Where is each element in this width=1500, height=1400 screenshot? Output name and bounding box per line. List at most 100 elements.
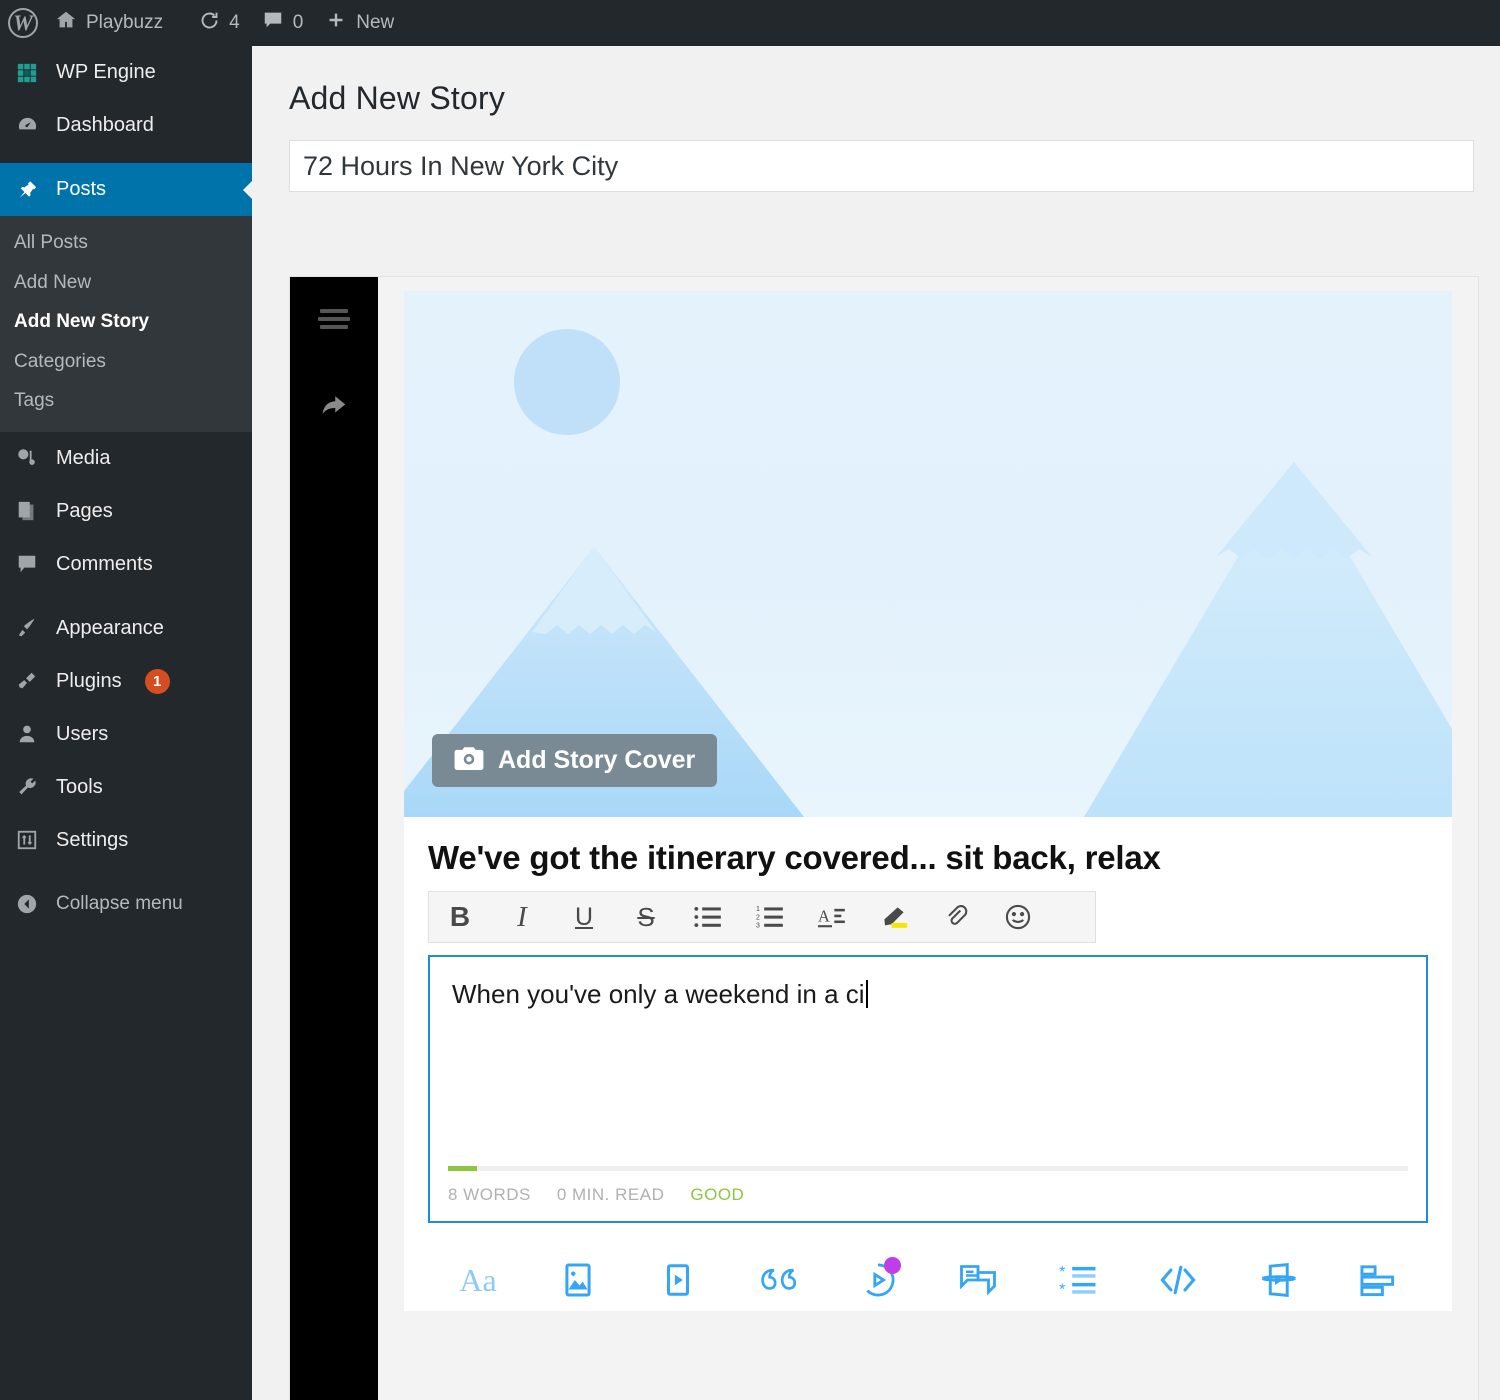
sidebar-item-appearance[interactable]: Appearance <box>0 602 252 655</box>
sidebar-item-label: Plugins <box>56 670 122 693</box>
strikethrough-icon[interactable]: S <box>615 892 677 942</box>
sidebar-item-tools[interactable]: Tools <box>0 761 252 814</box>
image-icon[interactable] <box>528 1249 628 1311</box>
svg-text:3: 3 <box>756 923 760 930</box>
text-caret <box>866 980 868 1008</box>
page-title: Add New Story <box>252 46 1500 117</box>
editor-stats: 8 WORDS 0 MIN. READ GOOD <box>448 1185 744 1205</box>
italic-icon[interactable]: I <box>491 892 553 942</box>
sidebar-divider <box>0 867 252 878</box>
embed-code-icon[interactable] <box>1128 1249 1228 1311</box>
comment-bubble-icon <box>262 9 284 37</box>
quote-icon[interactable] <box>728 1249 828 1311</box>
sidebar-divider <box>0 152 252 163</box>
bold-icon[interactable]: B <box>429 892 491 942</box>
sidebar-divider <box>0 591 252 602</box>
plug-icon <box>12 670 42 692</box>
story-text-editor[interactable]: When you've only a weekend in a ci 8 WOR… <box>428 955 1428 1223</box>
submenu-item-categories[interactable]: Categories <box>0 342 252 382</box>
word-count: 8 WORDS <box>448 1185 531 1205</box>
svg-text:A: A <box>818 907 830 926</box>
quality-badge: GOOD <box>690 1185 744 1205</box>
sidebar-item-pages[interactable]: Pages <box>0 485 252 538</box>
svg-text:*: * <box>1059 1264 1065 1281</box>
comment-bubble-icon <box>12 553 42 575</box>
text-style-icon[interactable]: A <box>801 892 863 942</box>
story-text-content: When you've only a weekend in a ci <box>430 957 1426 1010</box>
wrench-icon <box>12 776 42 798</box>
add-story-cover-label: Add Story Cover <box>498 746 695 775</box>
sidebar-item-media[interactable]: Media <box>0 432 252 485</box>
read-time: 0 MIN. READ <box>557 1185 665 1205</box>
sidebar-item-wp-engine[interactable]: WP Engine <box>0 46 252 99</box>
plus-icon <box>325 9 347 37</box>
sidebar-item-settings[interactable]: Settings <box>0 814 252 867</box>
story-text-value: When you've only a weekend in a ci <box>452 979 865 1009</box>
svg-text:1: 1 <box>756 906 760 913</box>
underline-icon[interactable]: U <box>553 892 615 942</box>
sidebar-item-comments[interactable]: Comments <box>0 538 252 591</box>
list-icon[interactable]: * * <box>1028 1249 1128 1311</box>
admin-sidebar: WP Engine Dashboard Posts All Posts Add … <box>0 46 252 1400</box>
story-side-rail <box>290 277 378 1400</box>
comments-button[interactable]: 0 <box>251 0 315 46</box>
new-label: New <box>356 12 394 34</box>
emoji-icon[interactable] <box>987 892 1049 942</box>
updates-count: 4 <box>229 12 240 34</box>
story-headline[interactable]: We've got the itinerary covered... sit b… <box>404 817 1452 891</box>
flip-card-icon[interactable] <box>1228 1249 1328 1311</box>
quality-progress-track <box>448 1166 1408 1171</box>
formatting-toolbar: B I U S 1 2 3 <box>428 891 1096 943</box>
share-arrow-icon[interactable] <box>314 389 354 421</box>
poll-icon[interactable] <box>1328 1249 1428 1311</box>
story-cover-area[interactable]: Add Story Cover <box>404 291 1452 817</box>
bulleted-list-icon[interactable] <box>677 892 739 942</box>
sidebar-item-label: WP Engine <box>56 61 156 84</box>
sidebar-item-dashboard[interactable]: Dashboard <box>0 99 252 152</box>
media-play-icon[interactable] <box>828 1249 928 1311</box>
site-name-button[interactable]: Playbuzz <box>44 0 174 46</box>
link-attachment-icon[interactable] <box>925 892 987 942</box>
wpengine-grid-icon <box>12 62 42 84</box>
text-aa-icon[interactable]: Aa <box>428 1249 528 1311</box>
add-story-cover-button[interactable]: Add Story Cover <box>432 734 717 787</box>
pages-icon <box>12 500 42 522</box>
conversation-icon[interactable] <box>928 1249 1028 1311</box>
submenu-item-all-posts[interactable]: All Posts <box>0 223 252 263</box>
sidebar-item-label: Users <box>56 723 108 746</box>
sidebar-item-label: Posts <box>56 178 106 201</box>
sidebar-item-label: Comments <box>56 553 153 576</box>
story-title-input[interactable]: 72 Hours In New York City <box>289 140 1474 192</box>
sidebar-item-plugins[interactable]: Plugins 1 <box>0 655 252 708</box>
sidebar-item-label: Appearance <box>56 617 164 640</box>
submenu-item-add-new-story[interactable]: Add New Story <box>0 302 252 342</box>
story-editor-panel: Add Story Cover We've got the itinerary … <box>289 276 1479 1400</box>
collapse-menu-button[interactable]: Collapse menu <box>0 878 252 931</box>
media-play-badge-icon <box>884 1257 901 1274</box>
story-body: We've got the itinerary covered... sit b… <box>404 817 1452 1311</box>
site-name-label: Playbuzz <box>86 12 163 34</box>
submenu-item-tags[interactable]: Tags <box>0 381 252 421</box>
insert-element-toolbar: Aa <box>428 1249 1428 1311</box>
updates-button[interactable]: 4 <box>188 0 251 46</box>
hamburger-menu-icon[interactable] <box>314 303 354 335</box>
new-content-button[interactable]: New <box>314 0 405 46</box>
video-icon[interactable] <box>628 1249 728 1311</box>
user-icon <box>12 723 42 745</box>
highlighter-icon[interactable] <box>863 892 925 942</box>
collapse-menu-label: Collapse menu <box>56 893 183 915</box>
sidebar-item-posts[interactable]: Posts <box>0 163 252 216</box>
quality-progress-fill <box>448 1166 477 1171</box>
wordpress-logo-button[interactable]: W <box>0 0 44 46</box>
sidebar-item-users[interactable]: Users <box>0 708 252 761</box>
numbered-list-icon[interactable]: 1 2 3 <box>739 892 801 942</box>
sidebar-item-label: Tools <box>56 776 103 799</box>
pin-icon <box>12 179 42 201</box>
camera-icon <box>454 746 484 775</box>
home-icon <box>55 9 77 37</box>
svg-text:*: * <box>1059 1282 1065 1296</box>
submenu-item-add-new[interactable]: Add New <box>0 263 252 303</box>
sidebar-item-label: Pages <box>56 500 113 523</box>
admin-bar: W Playbuzz 4 0 New <box>0 0 1500 46</box>
updates-icon <box>199 10 220 37</box>
